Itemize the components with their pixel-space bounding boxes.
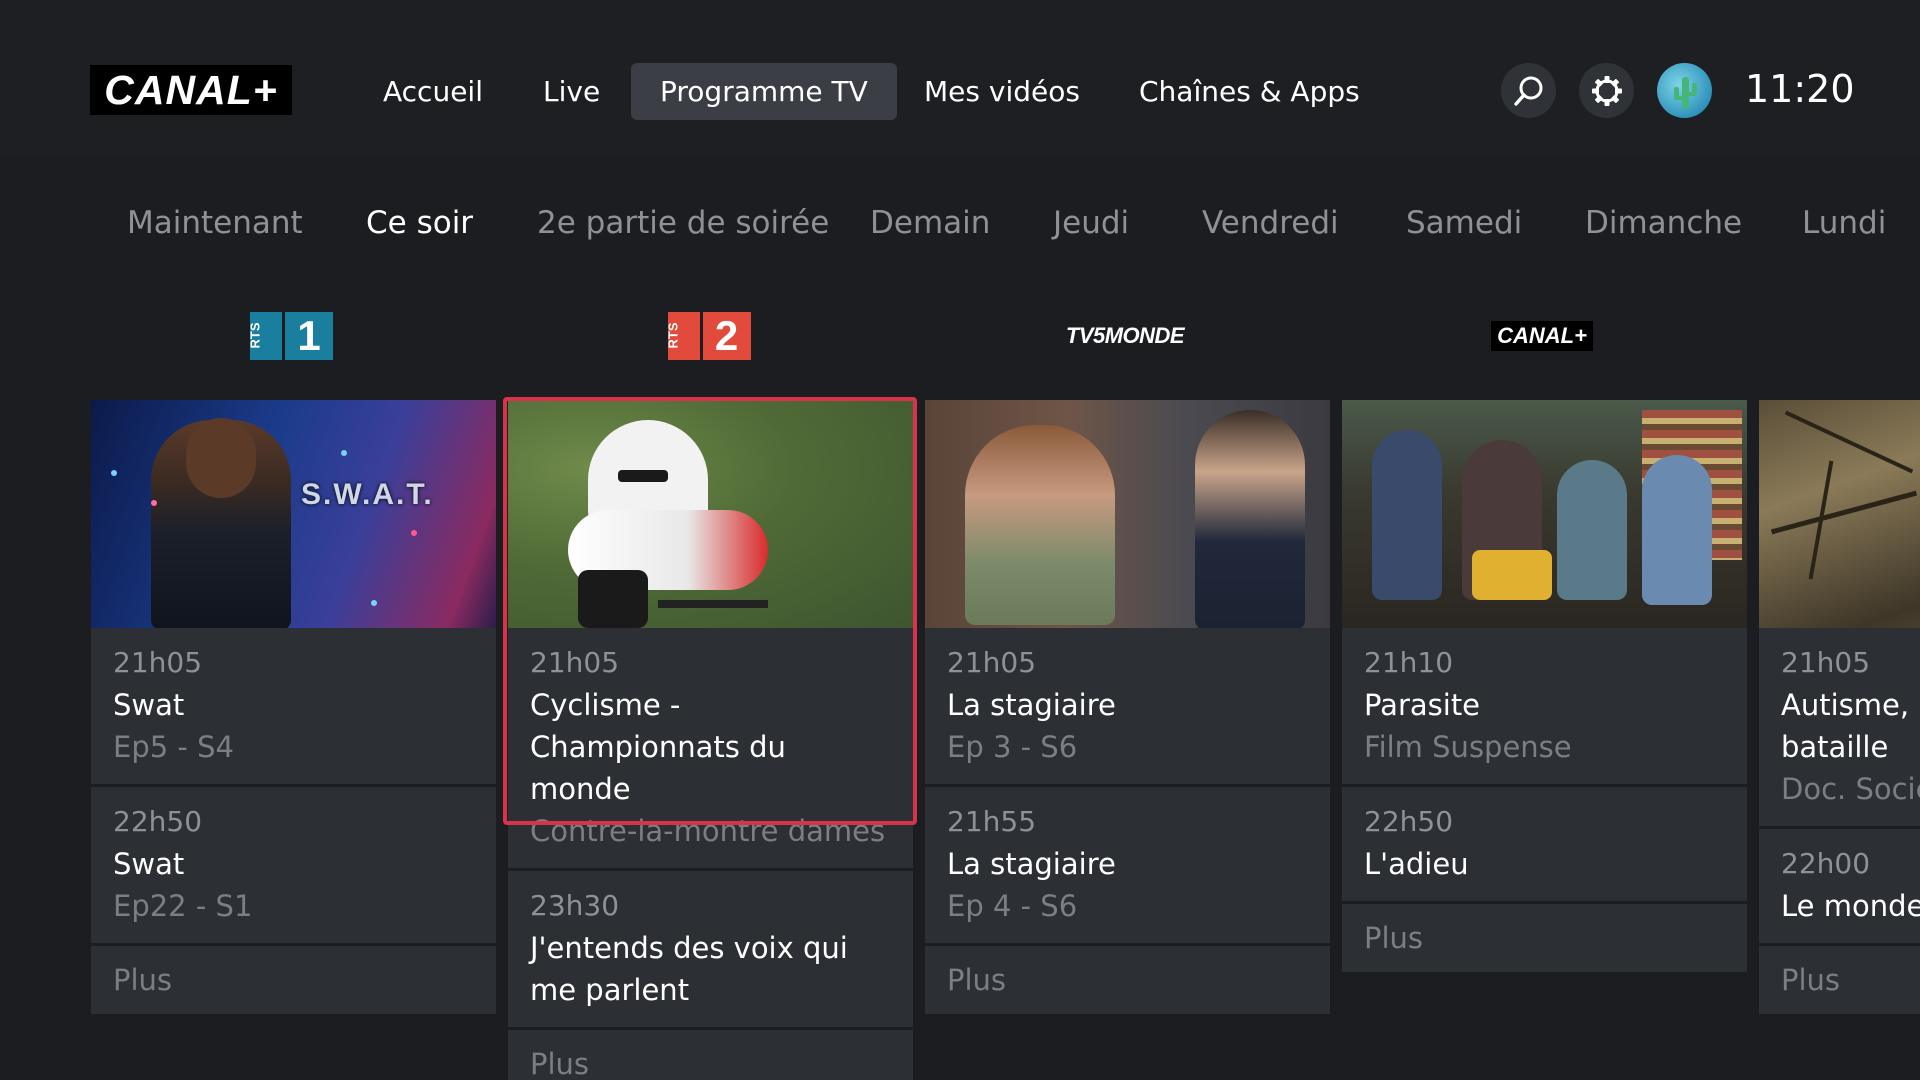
program-title: Cyclisme - Championnats du monde	[530, 688, 786, 806]
swat-title-art: S.W.A.T.	[301, 478, 434, 511]
program-subtitle: Ep 4 - S6	[947, 889, 1078, 923]
nav-live[interactable]: Live	[514, 63, 629, 120]
day-tabs: Maintenant Ce soir 2e partie de soirée D…	[0, 157, 1920, 289]
nav-mes-videos[interactable]: Mes vidéos	[895, 63, 1109, 120]
tab-maintenant[interactable]: Maintenant	[127, 205, 303, 241]
program-time: 22h00	[1781, 847, 1871, 880]
program-time: 23h30	[530, 889, 620, 922]
channel-column-rts1: S.W.A.T. 21h05 Swat Ep5 - S4 22h50 Swat …	[91, 400, 496, 1014]
nav-accueil[interactable]: Accueil	[354, 63, 512, 120]
tab-vendredi[interactable]: Vendredi	[1202, 205, 1339, 241]
rts1-logo-number: 1	[297, 312, 321, 359]
canal-plus-logo[interactable]: CANAL+	[90, 65, 292, 115]
search-button[interactable]	[1501, 63, 1556, 118]
rts1-logo-text: RTS	[247, 322, 263, 349]
nav-programme-tv[interactable]: Programme TV	[631, 63, 897, 120]
channel-logo-rts1[interactable]: RTS 1	[247, 310, 334, 362]
channel-logo-canalplus[interactable]: CANAL+	[1487, 310, 1597, 362]
program-time: 21h10	[1364, 646, 1454, 679]
program-time: 22h50	[1364, 805, 1454, 838]
more-button[interactable]: Plus	[508, 1030, 913, 1080]
program-slot[interactable]: 22h50 L'adieu	[1342, 787, 1747, 904]
more-button[interactable]: Plus	[925, 946, 1330, 1014]
program-slot-focused[interactable]: 21h05 Cyclisme - Championnats du monde C…	[508, 628, 913, 871]
tab-jeudi[interactable]: Jeudi	[1053, 205, 1129, 241]
program-title: La stagiaire	[947, 688, 1116, 722]
channel-logo-tv5monde[interactable]: TV5MONDE	[1040, 310, 1210, 362]
tab-2e-partie[interactable]: 2e partie de soirée	[537, 205, 829, 241]
channel-logo-rts2[interactable]: RTS 2	[665, 310, 752, 362]
search-icon	[1513, 76, 1542, 106]
more-button[interactable]: Plus	[1342, 904, 1747, 972]
more-button[interactable]: Plus	[1759, 946, 1920, 1014]
program-subtitle: Ep22 - S1	[113, 889, 253, 923]
channel-column-rts2: 21h05 Cyclisme - Championnats du monde C…	[508, 400, 913, 1080]
program-title: L'adieu	[1364, 847, 1469, 881]
tab-samedi[interactable]: Samedi	[1406, 205, 1522, 241]
program-thumbnail-parasite[interactable]	[1342, 400, 1747, 628]
program-slot[interactable]: 21h10 Parasite Film Suspense	[1342, 628, 1747, 787]
program-title: Le monde	[1781, 889, 1920, 923]
program-thumbnail-la-stagiaire[interactable]	[925, 400, 1330, 628]
settings-button[interactable]	[1579, 63, 1634, 118]
program-time: 21h05	[113, 646, 203, 679]
channel-column-tv5monde: 21h05 La stagiaire Ep 3 - S6 21h55 La st…	[925, 400, 1330, 1014]
program-slot[interactable]: 21h05 Swat Ep5 - S4	[91, 628, 496, 787]
program-subtitle: Contre-la-montre dames	[530, 814, 886, 848]
program-slot[interactable]: 21h05 Autisme, r bataille Doc. Socié	[1759, 628, 1920, 829]
program-slot[interactable]: 22h00 Le monde	[1759, 829, 1920, 946]
program-subtitle: Doc. Socié	[1781, 772, 1920, 806]
rts2-logo-text: RTS	[665, 322, 680, 349]
tv5monde-logo-text: TV5MONDE	[1065, 323, 1185, 348]
tab-demain[interactable]: Demain	[870, 205, 990, 241]
tab-dimanche[interactable]: Dimanche	[1585, 205, 1742, 241]
more-button[interactable]: Plus	[91, 946, 496, 1014]
channel-column-canalplus: 21h10 Parasite Film Suspense 22h50 L'adi…	[1342, 400, 1747, 972]
rts2-logo-number: 2	[714, 312, 739, 359]
program-thumbnail-swat[interactable]: S.W.A.T.	[91, 400, 496, 628]
program-thumbnail-cyclisme[interactable]	[508, 400, 913, 628]
program-time: 21h05	[947, 646, 1037, 679]
tab-lundi[interactable]: Lundi	[1802, 205, 1886, 241]
program-slot[interactable]: 21h05 La stagiaire Ep 3 - S6	[925, 628, 1330, 787]
program-time: 21h05	[530, 646, 620, 679]
program-subtitle: Ep 3 - S6	[947, 730, 1078, 764]
program-time: 21h05	[1781, 646, 1871, 679]
program-time: 22h50	[113, 805, 203, 838]
gear-icon	[1591, 75, 1622, 106]
program-title: Swat	[113, 847, 185, 881]
program-title: La stagiaire	[947, 847, 1116, 881]
canalplus-logo-text: CANAL+	[1491, 321, 1593, 351]
program-title: J'entends des voix qui me parlent	[530, 931, 848, 1007]
program-title: Swat	[113, 688, 185, 722]
channel-column-partial: 21h05 Autisme, r bataille Doc. Socié 22h…	[1759, 400, 1920, 1014]
program-slot[interactable]: 23h30 J'entends des voix qui me parlent	[508, 871, 913, 1030]
program-title: Autisme, r bataille	[1781, 688, 1920, 764]
program-subtitle: Ep5 - S4	[113, 730, 234, 764]
tab-ce-soir[interactable]: Ce soir	[366, 205, 473, 241]
top-bar: CANAL+ Accueil Live Programme TV Mes vid…	[0, 0, 1920, 157]
program-subtitle: Film Suspense	[1364, 730, 1572, 764]
clock: 11:20	[1745, 67, 1855, 111]
program-slot[interactable]: 21h55 La stagiaire Ep 4 - S6	[925, 787, 1330, 946]
program-thumbnail-autisme[interactable]	[1759, 400, 1920, 628]
program-slot[interactable]: 22h50 Swat Ep22 - S1	[91, 787, 496, 946]
program-title: Parasite	[1364, 688, 1481, 722]
cactus-icon	[1674, 77, 1697, 109]
profile-avatar[interactable]	[1657, 63, 1712, 118]
nav-chaines-apps[interactable]: Chaînes & Apps	[1110, 63, 1389, 120]
program-time: 21h55	[947, 805, 1037, 838]
